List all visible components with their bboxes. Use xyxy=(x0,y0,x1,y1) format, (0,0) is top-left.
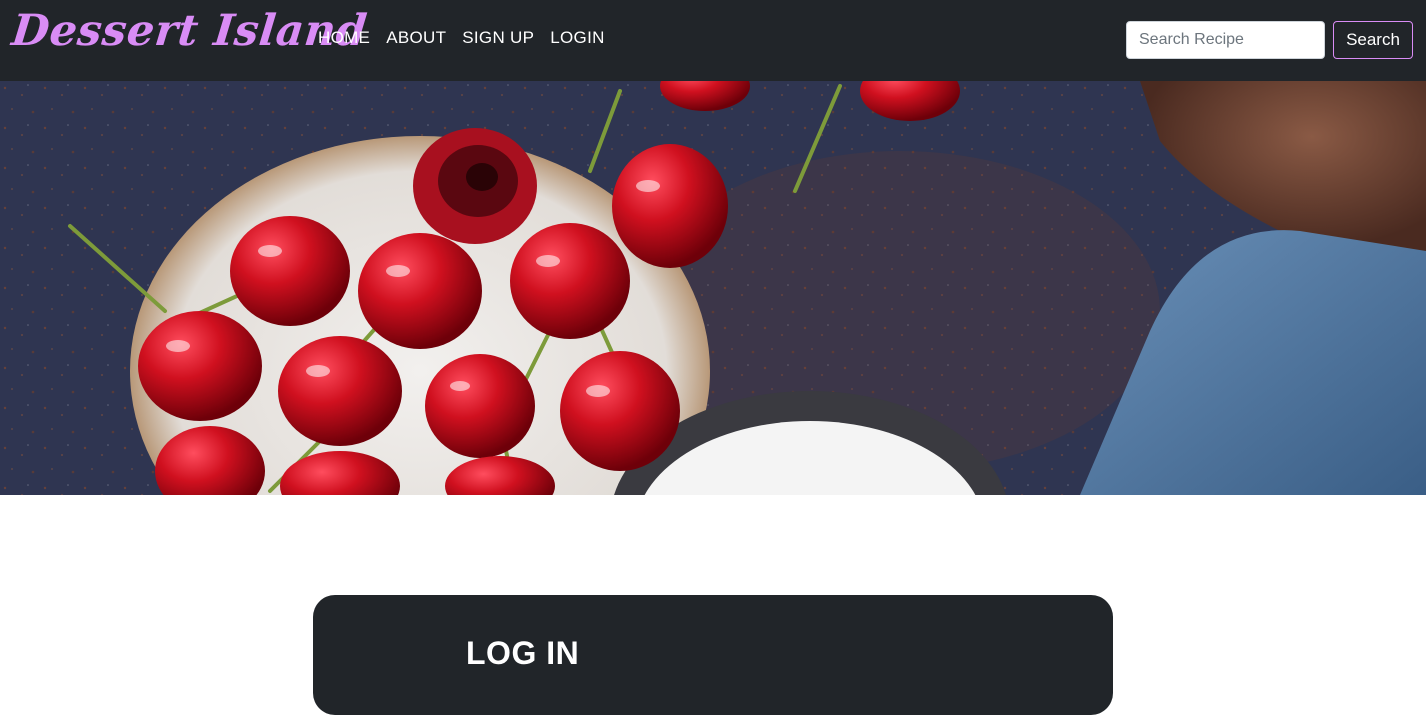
navbar: Dessert Island HOME ABOUT SIGN UP LOGIN … xyxy=(0,0,1426,81)
hero-image xyxy=(0,81,1426,495)
nav-link-sign-up[interactable]: SIGN UP xyxy=(462,28,534,48)
search-input[interactable] xyxy=(1126,21,1325,59)
nav-link-about[interactable]: ABOUT xyxy=(386,28,446,48)
nav-link-home[interactable]: HOME xyxy=(318,28,370,48)
search-button[interactable]: Search xyxy=(1333,21,1413,59)
login-title: LOG IN xyxy=(466,635,580,671)
nav-links: HOME ABOUT SIGN UP LOGIN xyxy=(318,28,621,48)
nav-link-login[interactable]: LOGIN xyxy=(550,28,604,48)
login-card: LOG IN xyxy=(313,595,1113,715)
hero-cherries-illustration xyxy=(0,81,1426,495)
brand-logo[interactable]: Dessert Island xyxy=(9,6,369,56)
